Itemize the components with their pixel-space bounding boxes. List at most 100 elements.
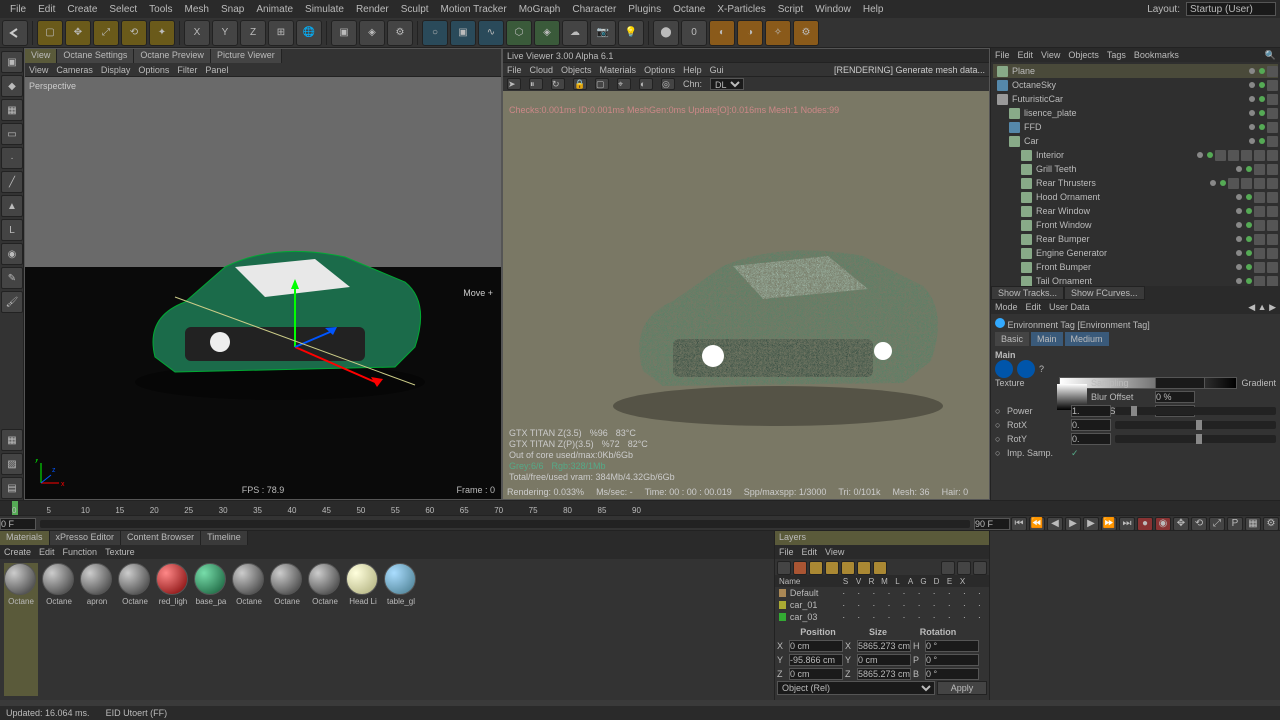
spline-button[interactable]: ∿ bbox=[478, 20, 504, 46]
lv-clay-icon[interactable]: ◐ bbox=[639, 78, 653, 90]
mat-tab-xpresso[interactable]: xPresso Editor bbox=[50, 531, 122, 545]
xp-2-button[interactable]: 0 bbox=[681, 20, 707, 46]
vp1-menu-panel[interactable]: Panel bbox=[205, 65, 228, 75]
tl-end-input[interactable] bbox=[974, 518, 1010, 530]
xp-4-button[interactable]: ◑ bbox=[737, 20, 763, 46]
tree-row[interactable]: Rear Bumper bbox=[993, 232, 1278, 246]
mat-menu-create[interactable]: Create bbox=[4, 547, 31, 557]
lv-canvas[interactable]: Checks:0.001ms ID:0.001ms MeshGen:0ms Up… bbox=[503, 91, 989, 499]
workplane-icon[interactable]: ▭ bbox=[1, 123, 23, 145]
lv-menu-help[interactable]: Help bbox=[683, 65, 702, 75]
tl-key-options-icon[interactable]: ⚙ bbox=[1263, 517, 1279, 531]
obj-menu-edit[interactable]: Edit bbox=[1018, 50, 1034, 60]
tl-gostart-icon[interactable]: ⏮ bbox=[1011, 517, 1027, 531]
lv-menu-gui[interactable]: Gui bbox=[710, 65, 724, 75]
vp1-menu-view[interactable]: View bbox=[29, 65, 48, 75]
tl-prevframe-icon[interactable]: ◀ bbox=[1047, 517, 1063, 531]
coord-apply-button[interactable]: Apply bbox=[937, 681, 987, 695]
move-tool[interactable]: ✥ bbox=[65, 20, 91, 46]
tl-key-pos-icon[interactable]: ✥ bbox=[1173, 517, 1189, 531]
tree-row[interactable]: Front Bumper bbox=[993, 260, 1278, 274]
menu-octane[interactable]: Octane bbox=[667, 4, 711, 15]
tree-row[interactable]: Car bbox=[993, 134, 1278, 148]
vp1-canvas[interactable]: Perspective Move + yxz FPS : 78.9 bbox=[25, 77, 501, 499]
env-help-icon[interactable]: ? bbox=[1039, 364, 1044, 374]
generator-button[interactable]: ⬡ bbox=[506, 20, 532, 46]
paint-mode-icon[interactable]: 🖌 bbox=[1, 291, 23, 313]
z-axis-button[interactable]: Z bbox=[240, 20, 266, 46]
tree-row[interactable]: Interior bbox=[993, 148, 1278, 162]
tl-nextframe-icon[interactable]: ▶ bbox=[1083, 517, 1099, 531]
layer-row[interactable]: Default·········· bbox=[775, 587, 989, 599]
tree-row[interactable]: Engine Generator bbox=[993, 246, 1278, 260]
layout-select[interactable] bbox=[1186, 2, 1276, 16]
tl-goend-icon[interactable]: ⏭ bbox=[1119, 517, 1135, 531]
tl-key-pla-icon[interactable]: ▦ bbox=[1245, 517, 1261, 531]
vp1-menu-cameras[interactable]: Cameras bbox=[56, 65, 93, 75]
xp-3-button[interactable]: ◐ bbox=[709, 20, 735, 46]
coord-pos-input[interactable] bbox=[789, 654, 843, 666]
mat-tab-timeline[interactable]: Timeline bbox=[201, 531, 248, 545]
vp1-tab-picture-viewer[interactable]: Picture Viewer bbox=[211, 49, 282, 63]
lv-pick-icon[interactable]: ⌖ bbox=[617, 78, 631, 90]
timeline-ruler[interactable]: 051015202530354045505560657075808590 bbox=[0, 501, 1280, 515]
mat-menu-edit[interactable]: Edit bbox=[39, 547, 55, 557]
material-item[interactable]: table_gl bbox=[384, 563, 418, 696]
vp1-tab-octane-preview[interactable]: Octane Preview bbox=[134, 49, 211, 63]
lay-menu-view[interactable]: View bbox=[825, 547, 844, 557]
impsamp-checkbox[interactable]: ✓ bbox=[1071, 448, 1079, 459]
menu-mesh[interactable]: Mesh bbox=[179, 4, 215, 15]
xp-5-button[interactable]: ✧ bbox=[765, 20, 791, 46]
select-tool[interactable]: ▢ bbox=[37, 20, 63, 46]
tl-play-icon[interactable]: ▶ bbox=[1065, 517, 1081, 531]
lv-menu-cloud[interactable]: Cloud bbox=[530, 65, 554, 75]
recent-tool[interactable]: ✦ bbox=[149, 20, 175, 46]
show-tracks-button[interactable]: Show Tracks... bbox=[991, 286, 1064, 300]
lv-menu-objects[interactable]: Objects bbox=[561, 65, 592, 75]
env-btn1-icon[interactable] bbox=[995, 360, 1013, 378]
light-button[interactable]: 💡 bbox=[618, 20, 644, 46]
lv-lock-icon[interactable]: 🔒 bbox=[573, 78, 587, 90]
attr-nav-icons[interactable]: ◀ ▲ ▶ bbox=[1248, 302, 1276, 313]
tree-row[interactable]: Hood Ornament bbox=[993, 190, 1278, 204]
mat-tab-materials[interactable]: Materials bbox=[0, 531, 50, 545]
tl-record-icon[interactable]: ● bbox=[1137, 517, 1153, 531]
lv-pause-icon[interactable]: ⏸ bbox=[529, 78, 543, 90]
lay-tb6-icon[interactable] bbox=[857, 561, 871, 575]
tree-row[interactable]: lisence_plate bbox=[993, 106, 1278, 120]
uv-mode-icon[interactable]: ◉ bbox=[1, 243, 23, 265]
environment-button[interactable]: ☁ bbox=[562, 20, 588, 46]
mat-menu-texture[interactable]: Texture bbox=[105, 547, 135, 557]
tree-row[interactable]: FuturisticCar bbox=[993, 92, 1278, 106]
lv-region-icon[interactable]: ▢ bbox=[595, 78, 609, 90]
roty-input[interactable] bbox=[1071, 433, 1111, 445]
lay-tb1-icon[interactable] bbox=[777, 561, 791, 575]
snap2-icon[interactable]: ▨ bbox=[1, 453, 23, 475]
menu-script[interactable]: Script bbox=[772, 4, 810, 15]
menu-file[interactable]: File bbox=[4, 4, 32, 15]
menu-select[interactable]: Select bbox=[103, 4, 143, 15]
texture-mode-icon[interactable]: ▦ bbox=[1, 99, 23, 121]
menu-edit[interactable]: Edit bbox=[32, 4, 61, 15]
xp-settings-button[interactable]: ⚙ bbox=[793, 20, 819, 46]
lay-tb5-icon[interactable] bbox=[841, 561, 855, 575]
y-axis-button[interactable]: Y bbox=[212, 20, 238, 46]
point-mode-icon[interactable]: · bbox=[1, 147, 23, 169]
lv-send-icon[interactable]: ➤ bbox=[507, 78, 521, 90]
tree-row[interactable]: FFD bbox=[993, 120, 1278, 134]
object-tree[interactable]: PlaneOctaneSkyFuturisticCarlisence_plate… bbox=[991, 62, 1280, 286]
tree-row[interactable]: Tail Ornament bbox=[993, 274, 1278, 286]
render-region-button[interactable]: ◈ bbox=[359, 20, 385, 46]
lay-tb2-icon[interactable] bbox=[793, 561, 807, 575]
tl-start-input[interactable] bbox=[0, 518, 36, 530]
obj-search-icon[interactable]: 🔍 bbox=[1265, 50, 1276, 61]
attr-tab-medium[interactable]: Medium bbox=[1065, 332, 1109, 346]
coord-rot-input[interactable] bbox=[925, 640, 979, 652]
vp1-tab-octane-settings[interactable]: Octane Settings bbox=[57, 49, 134, 63]
camera-button[interactable]: 📷 bbox=[590, 20, 616, 46]
attr-tab-main[interactable]: Main bbox=[1031, 332, 1063, 346]
lay-tb9-icon[interactable] bbox=[957, 561, 971, 575]
tl-nextkey-icon[interactable]: ⏩ bbox=[1101, 517, 1117, 531]
xp-1-button[interactable]: ⬤ bbox=[653, 20, 679, 46]
lay-tb4-icon[interactable] bbox=[825, 561, 839, 575]
